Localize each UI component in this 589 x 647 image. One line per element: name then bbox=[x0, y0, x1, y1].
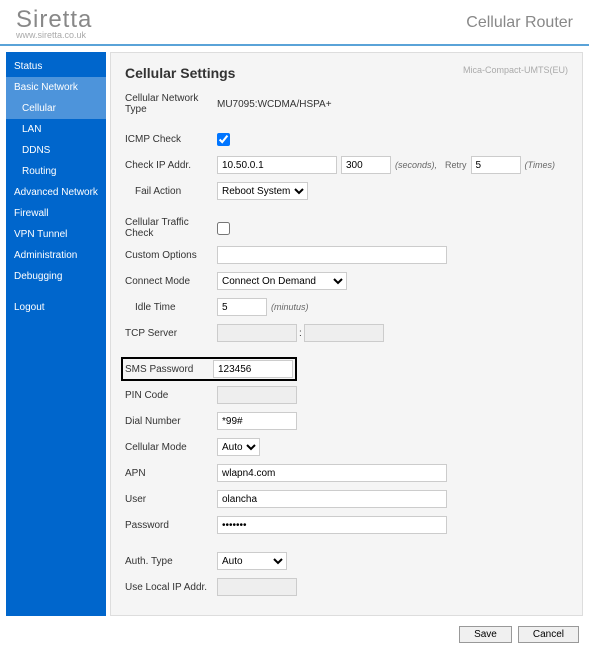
label-cellular-mode: Cellular Mode bbox=[125, 442, 217, 453]
custom-options-input[interactable] bbox=[217, 246, 447, 264]
password-input[interactable] bbox=[217, 516, 447, 534]
sidebar-item-ddns[interactable]: DDNS bbox=[6, 140, 106, 161]
label-cell-net-type: Cellular Network Type bbox=[125, 93, 217, 115]
suffix-minutus: (minutus) bbox=[271, 302, 309, 312]
sidebar: Status Basic Network Cellular LAN DDNS R… bbox=[6, 52, 106, 616]
label-check-ip: Check IP Addr. bbox=[125, 160, 217, 171]
fail-action-select[interactable]: Reboot System bbox=[217, 182, 308, 200]
sidebar-item-routing[interactable]: Routing bbox=[6, 161, 106, 182]
apn-input[interactable] bbox=[217, 464, 447, 482]
check-ip-input[interactable] bbox=[217, 156, 337, 174]
label-icmp-check: ICMP Check bbox=[125, 134, 217, 145]
label-apn: APN bbox=[125, 468, 217, 479]
tcp-server-host-input[interactable] bbox=[217, 324, 297, 342]
sidebar-item-advanced-network[interactable]: Advanced Network bbox=[6, 182, 106, 203]
label-traffic-check: Cellular Traffic Check bbox=[125, 217, 217, 239]
cellular-mode-select[interactable]: Auto bbox=[217, 438, 260, 456]
label-fail-action: Fail Action bbox=[125, 186, 217, 197]
sms-password-input[interactable] bbox=[213, 360, 293, 378]
sidebar-item-firewall[interactable]: Firewall bbox=[6, 203, 106, 224]
cancel-button[interactable]: Cancel bbox=[518, 626, 579, 643]
label-custom-options: Custom Options bbox=[125, 250, 217, 261]
label-sms-password: SMS Password bbox=[125, 364, 213, 375]
user-input[interactable] bbox=[217, 490, 447, 508]
use-local-ip-input[interactable] bbox=[217, 578, 297, 596]
sms-password-highlight: SMS Password bbox=[121, 357, 297, 381]
idle-time-input[interactable] bbox=[217, 298, 267, 316]
check-ip-timeout-input[interactable] bbox=[341, 156, 391, 174]
brand-logo: Siretta www.siretta.co.uk bbox=[16, 6, 92, 40]
product-title: Cellular Router bbox=[466, 14, 573, 32]
label-auth-type: Auth. Type bbox=[125, 556, 217, 567]
sidebar-item-lan[interactable]: LAN bbox=[6, 119, 106, 140]
sidebar-item-vpn-tunnel[interactable]: VPN Tunnel bbox=[6, 224, 106, 245]
connect-mode-select[interactable]: Connect On Demand bbox=[217, 272, 347, 290]
main-panel: Mica-Compact-UMTS(EU) Cellular Settings … bbox=[110, 52, 583, 616]
sidebar-item-cellular[interactable]: Cellular bbox=[6, 98, 106, 119]
label-retry: Retry bbox=[445, 160, 467, 170]
sidebar-item-administration[interactable]: Administration bbox=[6, 245, 106, 266]
auth-type-select[interactable]: Auto bbox=[217, 552, 287, 570]
brand-url: www.siretta.co.uk bbox=[16, 30, 92, 40]
tcp-colon: : bbox=[299, 328, 302, 339]
sidebar-item-logout[interactable]: Logout bbox=[6, 297, 106, 318]
tcp-server-port-input[interactable] bbox=[304, 324, 384, 342]
label-connect-mode: Connect Mode bbox=[125, 276, 217, 287]
label-dial-number: Dial Number bbox=[125, 416, 217, 427]
suffix-seconds: (seconds), bbox=[395, 160, 437, 170]
label-idle-time: Idle Time bbox=[125, 302, 217, 313]
dial-number-input[interactable] bbox=[217, 412, 297, 430]
sidebar-item-status[interactable]: Status bbox=[6, 56, 106, 77]
model-tag: Mica-Compact-UMTS(EU) bbox=[463, 65, 568, 75]
traffic-check-checkbox[interactable] bbox=[217, 222, 230, 235]
value-cell-net-type: MU7095:WCDMA/HSPA+ bbox=[217, 99, 332, 110]
label-use-local-ip: Use Local IP Addr. bbox=[125, 582, 217, 593]
pin-code-input[interactable] bbox=[217, 386, 297, 404]
label-tcp-server: TCP Server bbox=[125, 328, 217, 339]
sidebar-item-debugging[interactable]: Debugging bbox=[6, 266, 106, 287]
label-user: User bbox=[125, 494, 217, 505]
suffix-times: (Times) bbox=[525, 160, 555, 170]
label-pin-code: PIN Code bbox=[125, 390, 217, 401]
check-ip-retry-input[interactable] bbox=[471, 156, 521, 174]
label-password: Password bbox=[125, 520, 217, 531]
icmp-check-checkbox[interactable] bbox=[217, 133, 230, 146]
sidebar-item-basic-network[interactable]: Basic Network bbox=[6, 77, 106, 98]
save-button[interactable]: Save bbox=[459, 626, 512, 643]
